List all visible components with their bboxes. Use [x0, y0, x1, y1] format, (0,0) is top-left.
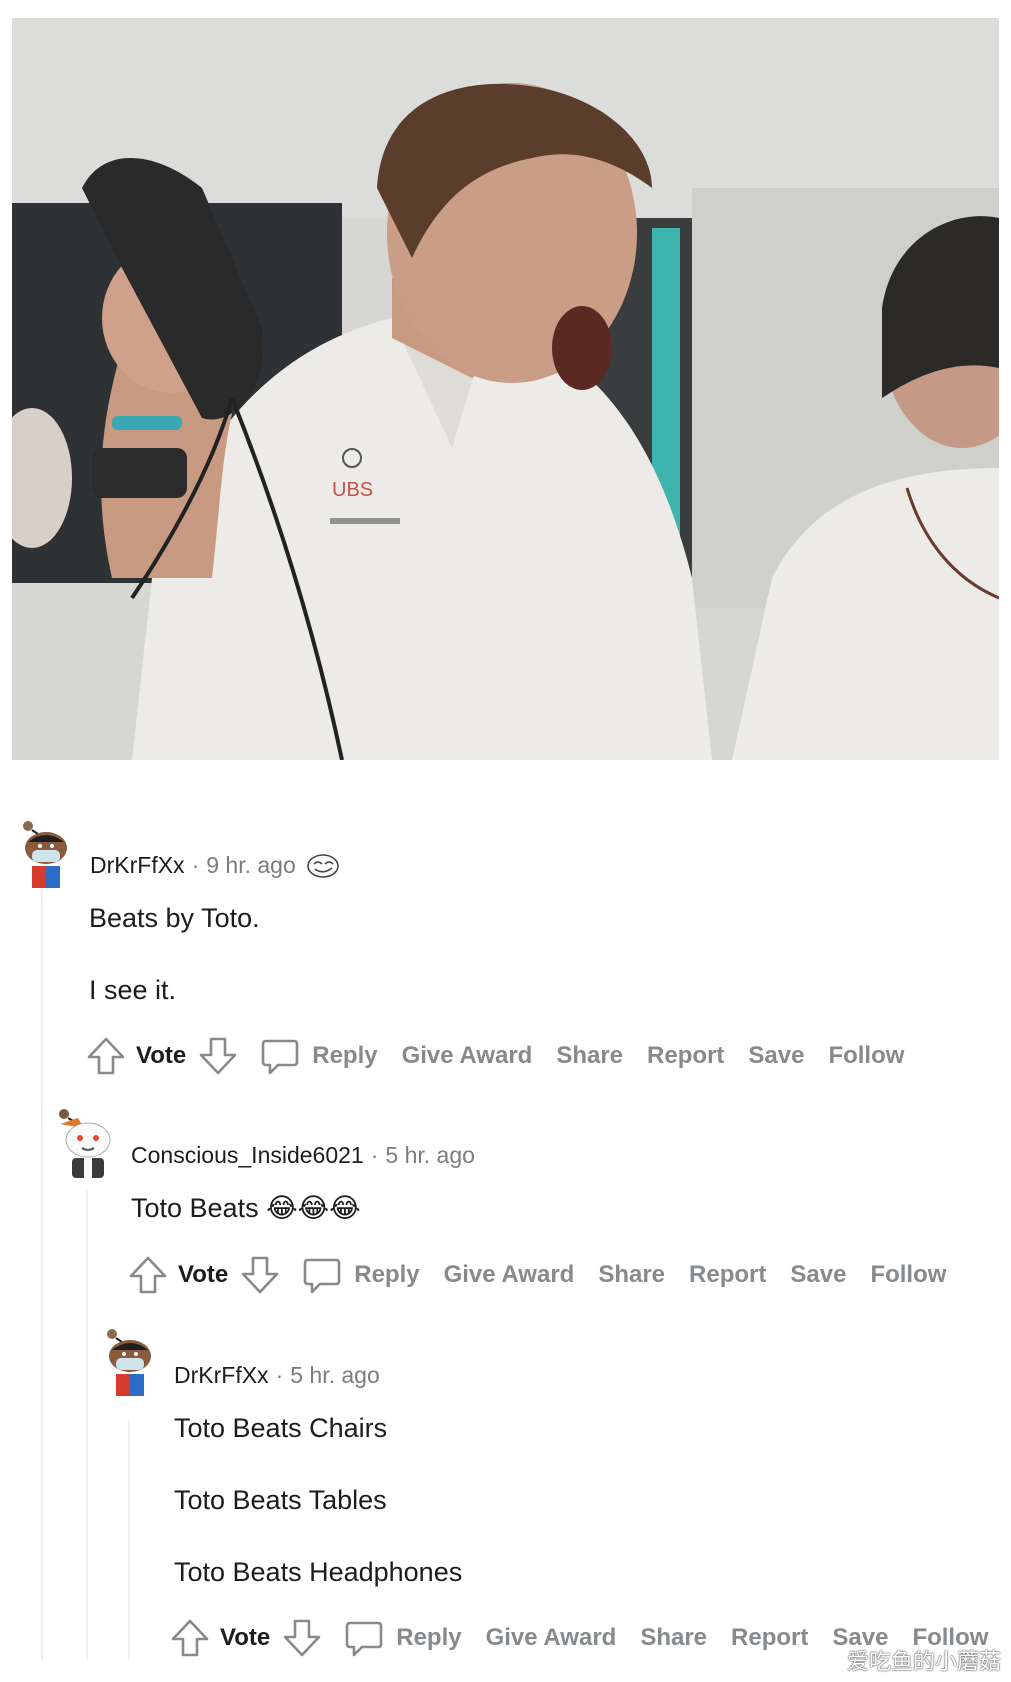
reply-button[interactable]: Reply: [302, 1255, 420, 1295]
comment-body-line: Toto Beats Headphones: [174, 1557, 463, 1587]
share-button[interactable]: Share: [598, 1261, 665, 1289]
comment-action-bar: Vote Reply Give Award Share Report Save …: [86, 1034, 904, 1078]
vote-label: Vote: [178, 1261, 229, 1288]
save-button[interactable]: Save: [790, 1261, 846, 1289]
reply-label: Reply: [354, 1261, 420, 1288]
thread-line[interactable]: [41, 870, 43, 1660]
meta-separator: ·: [370, 1141, 379, 1168]
comment-bubble-icon: [260, 1036, 300, 1076]
comment-bubble-icon: [302, 1255, 342, 1295]
vote-label: Vote: [220, 1624, 271, 1651]
vote-group: Vote: [170, 1618, 322, 1658]
comment-meta: DrKrFfXx · 9 hr. ago: [90, 850, 340, 880]
comment-meta: DrKrFfXx · 5 hr. ago: [174, 1360, 380, 1390]
comment-body-line: Beats by Toto.: [89, 903, 260, 933]
downvote-arrow-icon[interactable]: [198, 1036, 238, 1076]
timestamp[interactable]: 5 hr. ago: [385, 1142, 475, 1169]
follow-button[interactable]: Follow: [828, 1042, 904, 1070]
comment-body-line: Toto Beats 😂😂😂: [131, 1193, 361, 1223]
downvote-arrow-icon[interactable]: [282, 1618, 322, 1658]
avatar[interactable]: [18, 820, 74, 890]
thread-line[interactable]: [86, 1190, 88, 1660]
share-button[interactable]: Share: [640, 1624, 707, 1652]
follow-button[interactable]: Follow: [870, 1261, 946, 1289]
reply-label: Reply: [396, 1624, 462, 1651]
upvote-arrow-icon[interactable]: [170, 1618, 210, 1658]
give-award-button[interactable]: Give Award: [486, 1624, 617, 1652]
watermark: 爱吃鱼的小蘑菇: [846, 1650, 1001, 1675]
give-award-button[interactable]: Give Award: [444, 1261, 575, 1289]
post-image[interactable]: UBS: [12, 18, 999, 760]
comment-bubble-icon: [344, 1618, 384, 1658]
avatar[interactable]: [102, 1328, 158, 1398]
thread-line[interactable]: [128, 1420, 130, 1660]
report-button[interactable]: Report: [689, 1261, 766, 1289]
avatar[interactable]: [54, 1108, 111, 1178]
comment-action-bar: Vote Reply Give Award Share Report Save …: [128, 1253, 946, 1297]
author-name[interactable]: Conscious_Inside6021: [131, 1142, 364, 1169]
downvote-arrow-icon[interactable]: [240, 1255, 280, 1295]
save-button[interactable]: Save: [748, 1042, 804, 1070]
reply-button[interactable]: Reply: [260, 1036, 378, 1076]
vote-label: Vote: [136, 1042, 187, 1069]
meta-separator: ·: [275, 1361, 284, 1388]
report-button[interactable]: Report: [731, 1624, 808, 1652]
upvote-arrow-icon[interactable]: [86, 1036, 126, 1076]
give-award-button[interactable]: Give Award: [402, 1042, 533, 1070]
author-name[interactable]: DrKrFfXx: [90, 852, 185, 879]
vote-group: Vote: [128, 1255, 280, 1295]
upvote-arrow-icon[interactable]: [128, 1255, 168, 1295]
author-name[interactable]: DrKrFfXx: [174, 1362, 269, 1389]
reply-button[interactable]: Reply: [344, 1618, 462, 1658]
comment-body-line: Toto Beats Chairs: [174, 1413, 388, 1443]
comment-meta: Conscious_Inside6021 · 5 hr. ago: [131, 1140, 475, 1170]
share-button[interactable]: Share: [556, 1042, 623, 1070]
report-button[interactable]: Report: [647, 1042, 724, 1070]
timestamp[interactable]: 9 hr. ago: [206, 852, 296, 879]
flair-icon: [306, 851, 340, 879]
timestamp[interactable]: 5 hr. ago: [290, 1362, 380, 1389]
meta-separator: ·: [191, 851, 200, 878]
reply-label: Reply: [312, 1042, 378, 1069]
comment-body-line: I see it.: [89, 975, 177, 1005]
vote-group: Vote: [86, 1036, 238, 1076]
svg-text:UBS: UBS: [332, 479, 373, 501]
comment-body-line: Toto Beats Tables: [174, 1485, 387, 1515]
